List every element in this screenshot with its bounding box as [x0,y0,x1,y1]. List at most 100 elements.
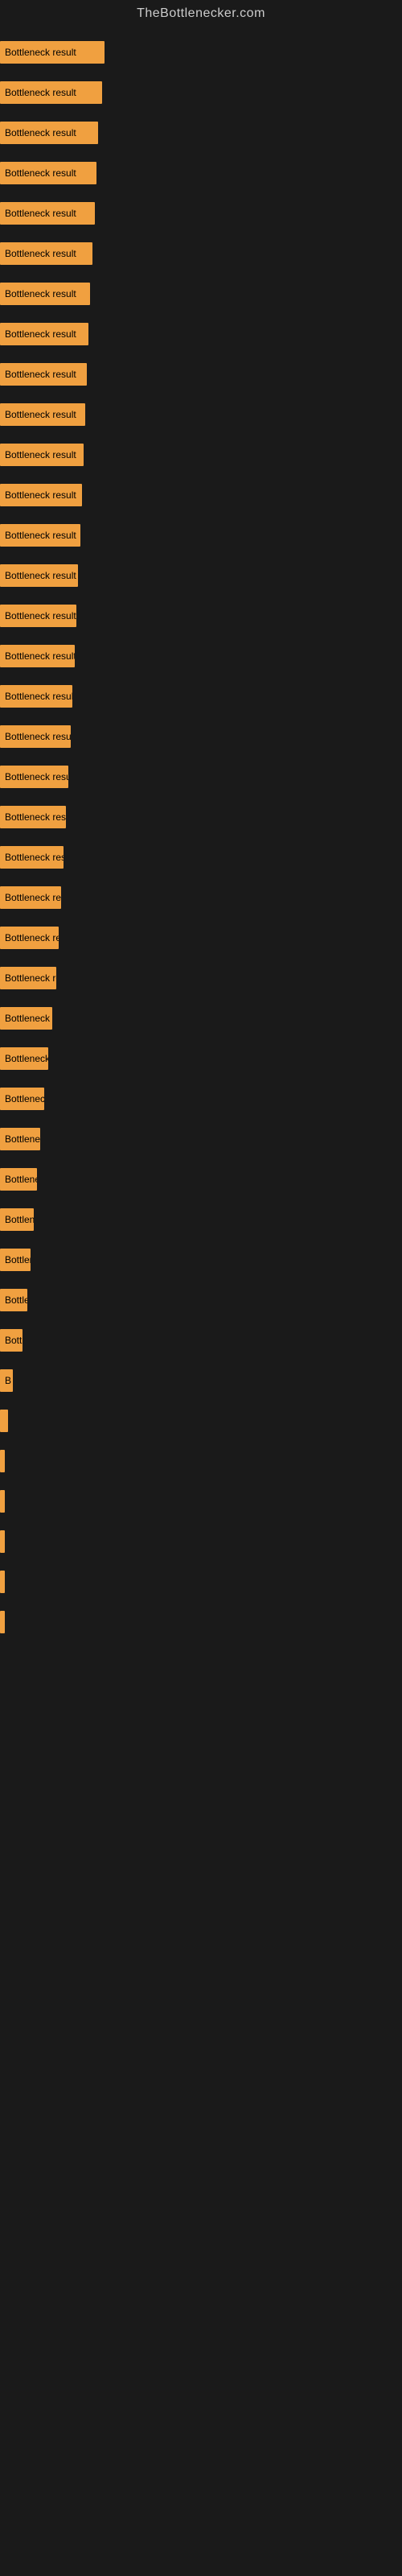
bar-row: Bottleneck result [0,881,402,914]
bar-label: Bottleneck result [5,208,76,219]
bar-label: Bottleneck result [5,932,59,943]
bar-label: Bottleneck result [5,731,71,742]
bottleneck-bar: Bottleneck result [0,1289,27,1311]
bar-row: Bottleneck result [0,800,402,834]
bar-label: Bottleneck result [5,369,76,380]
bottleneck-bar: Bottleneck result [0,484,82,506]
bar-row: Bottleneck result [0,1323,402,1357]
bottleneck-bar: Bottleneck result [0,81,102,104]
bar-label: Bottleneck result [5,1133,40,1145]
bar-label: Bottleneck result [5,288,76,299]
bottleneck-bar: B [0,1369,13,1392]
bar-label: Bottleneck result [5,409,76,420]
bottleneck-bar: Bottleneck result [0,242,92,265]
site-title-bar: TheBottlenecker.com [0,0,402,27]
bar-row: Bottleneck result [0,720,402,753]
bottleneck-bar: Bottleneck result [0,766,68,788]
bottleneck-bar [0,1410,8,1432]
bottleneck-bar: Bottleneck result [0,846,64,869]
bar-row: Bottleneck result [0,559,402,592]
bottleneck-bar: Bottleneck result [0,1168,37,1191]
bar-row: Bottleneck result [0,398,402,431]
bar-row: Bottleneck result [0,35,402,69]
bar-row: Bottleneck result [0,1243,402,1277]
bar-row: Bottleneck result [0,599,402,633]
bar-label: Bottleneck result [5,1093,44,1104]
bar-label: Bottleneck result [5,650,75,662]
bar-row [0,1484,402,1518]
bar-label: Bottleneck result [5,47,76,58]
bar-row: Bottleneck result [0,1042,402,1075]
bar-row: Bottleneck result [0,116,402,150]
bar-row: Bottleneck result [0,1203,402,1236]
bar-label: Bottleneck result [5,167,76,179]
bar-row: Bottleneck result [0,679,402,713]
bottleneck-bar: Bottleneck result [0,122,98,144]
bar-label: Bottleneck result [5,1254,31,1265]
bar-row [0,1404,402,1438]
bar-label: Bottleneck result [5,1294,27,1306]
bottleneck-bar: Bottleneck result [0,41,105,64]
bottleneck-bar: Bottleneck result [0,927,59,949]
bar-label: Bottleneck result [5,530,76,541]
bar-row [0,1444,402,1478]
bar-row: Bottleneck result [0,1162,402,1196]
bar-label: B [5,1375,11,1386]
bar-row: B [0,1364,402,1397]
site-title: TheBottlenecker.com [0,0,402,27]
bottleneck-bar: Bottleneck result [0,363,87,386]
bar-row: Bottleneck result [0,277,402,311]
bar-label: Bottleneck result [5,1335,23,1346]
bottleneck-bar: Bottleneck result [0,1047,48,1070]
bottleneck-bar: Bottleneck result [0,605,76,627]
bar-label: Bottleneck result [5,1174,37,1185]
bottleneck-bar: Bottleneck result [0,1088,44,1110]
bar-label: Bottleneck result [5,852,64,863]
bar-label: Bottleneck result [5,489,76,501]
bar-label: Bottleneck result [5,771,68,782]
bottleneck-bar: Bottleneck result [0,283,90,305]
bar-label: Bottleneck result [5,1214,34,1225]
bar-label: Bottleneck result [5,892,61,903]
bar-row: Bottleneck result [0,357,402,391]
bottleneck-bar: Bottleneck result [0,1249,31,1271]
bottleneck-bar [0,1530,5,1553]
bar-row: Bottleneck result [0,156,402,190]
bar-label: Bottleneck result [5,972,56,984]
bottleneck-bar [0,1571,5,1593]
bar-row: Bottleneck result [0,1122,402,1156]
bottleneck-bar [0,1611,5,1633]
bottleneck-bar: Bottleneck result [0,202,95,225]
bar-row: Bottleneck result [0,961,402,995]
bottleneck-bar [0,1490,5,1513]
bottleneck-bar: Bottleneck result [0,806,66,828]
bottleneck-bar: Bottleneck result [0,886,61,909]
bar-label: Bottleneck result [5,570,76,581]
bar-row: Bottleneck result [0,237,402,270]
bar-row: Bottleneck result [0,921,402,955]
bar-label: Bottleneck result [5,691,72,702]
bar-row: Bottleneck result [0,840,402,874]
bar-row: Bottleneck result [0,518,402,552]
bar-row: Bottleneck result [0,76,402,109]
bottleneck-bar: Bottleneck result [0,645,75,667]
bottleneck-bar: Bottleneck result [0,1007,52,1030]
bottleneck-bar: Bottleneck result [0,323,88,345]
bar-row: Bottleneck result [0,196,402,230]
bottleneck-bar: Bottleneck result [0,444,84,466]
bar-label: Bottleneck result [5,328,76,340]
bar-label: Bottleneck result [5,248,76,259]
bar-row [0,1565,402,1599]
bar-row: Bottleneck result [0,1082,402,1116]
bar-label: Bottleneck result [5,1013,52,1024]
bottleneck-bar: Bottleneck result [0,1208,34,1231]
bars-container: Bottleneck result Bottleneck result Bottle… [0,27,402,1653]
bar-row: Bottleneck result [0,438,402,472]
bar-row: Bottleneck result [0,1283,402,1317]
bottleneck-bar: Bottleneck result [0,967,56,989]
bar-row [0,1525,402,1558]
bar-row: Bottleneck result [0,760,402,794]
bottleneck-bar: Bottleneck result [0,685,72,708]
bar-label: Bottleneck result [5,1053,48,1064]
bar-label: Bottleneck result [5,449,76,460]
